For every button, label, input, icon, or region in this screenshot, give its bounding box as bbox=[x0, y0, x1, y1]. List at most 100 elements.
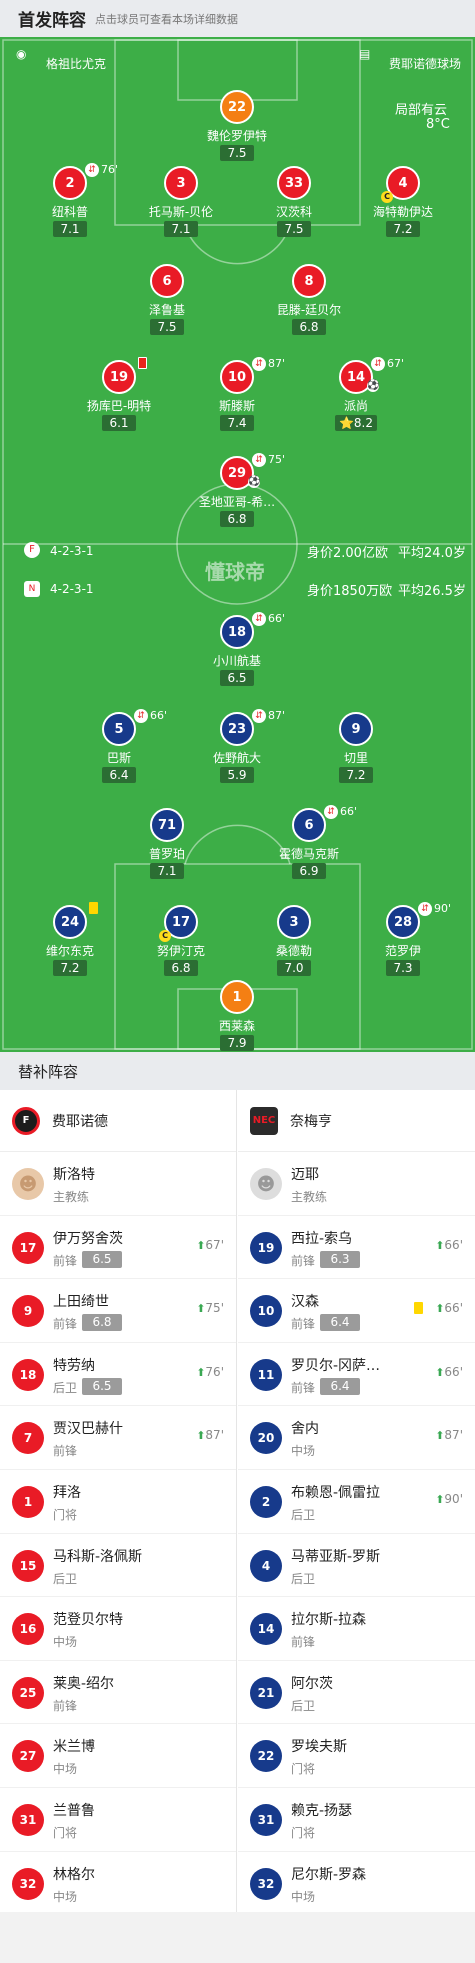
subs-section-title: 替补阵容 bbox=[0, 1052, 475, 1090]
sub-player-row[interactable]: 14 拉尔斯-拉森 前锋 bbox=[238, 1597, 475, 1661]
sub-player-row[interactable]: 27 米兰博中场 bbox=[0, 1724, 236, 1788]
team-name: 奈梅亨 bbox=[290, 1113, 332, 1130]
player-name: 普罗珀 bbox=[148, 847, 185, 861]
player-number: 9 bbox=[339, 712, 373, 746]
player-number: 10 bbox=[220, 360, 254, 394]
player-position: 后卫 bbox=[291, 1571, 316, 1586]
captain-icon: C bbox=[159, 930, 171, 942]
sub-player-row[interactable]: 7 贾汉巴赫什 前锋 ⬆87' bbox=[0, 1406, 236, 1470]
player-name: 米兰博 bbox=[53, 1739, 95, 1756]
player-name: 拉尔斯-拉森 bbox=[291, 1612, 367, 1629]
player-name: 斯滕斯 bbox=[218, 399, 255, 413]
home-player-10[interactable]: 10 ⇵ 87' 斯滕斯 7.4 bbox=[182, 357, 292, 440]
sub-player-row[interactable]: 32 林格尔 中场 bbox=[0, 1852, 236, 1916]
player-number: 7 bbox=[12, 1422, 44, 1455]
temperature-text: 8°C bbox=[426, 117, 450, 132]
player-name: 范登贝尔特 bbox=[53, 1612, 123, 1629]
sub-minute: 75' bbox=[268, 453, 286, 466]
sub-player-row[interactable]: 21 阿尔茨 后卫 bbox=[238, 1661, 475, 1725]
nec-logo-icon: NEC bbox=[250, 1106, 278, 1135]
player-rating: 7.2 bbox=[339, 767, 373, 783]
home-player-2[interactable]: 2 ⇵ 76' 纽科普 7.1 bbox=[15, 163, 125, 246]
away-player-71[interactable]: 71 普罗珀 7.1 bbox=[112, 808, 222, 888]
away-player-23[interactable]: 23 ⇵ 87' 佐野航大 5.9 bbox=[182, 709, 292, 792]
coach-role: 主教练 bbox=[291, 1190, 328, 1204]
sub-player-row[interactable]: 32 尼尔斯-罗森 中场 bbox=[238, 1852, 475, 1916]
player-rating: 7.1 bbox=[53, 221, 87, 237]
player-number: 14 bbox=[250, 1613, 282, 1646]
player-number: 5 bbox=[102, 712, 136, 746]
coach-name: 斯洛特 bbox=[53, 1167, 95, 1183]
player-position: 后卫 bbox=[291, 1507, 316, 1522]
sub-player-row[interactable]: 22 罗埃夫斯 门将 bbox=[238, 1724, 475, 1788]
sub-player-row[interactable]: 2 布赖恩-佩雷拉 后卫 ⬆90' bbox=[238, 1470, 475, 1534]
home-team-row[interactable]: F 费耶诺德 bbox=[0, 1090, 236, 1152]
player-name: 范罗伊 bbox=[384, 944, 421, 958]
away-avg-age: 平均26.5岁 bbox=[398, 584, 466, 599]
player-number: 6 bbox=[150, 264, 184, 298]
player-name: 罗埃夫斯 bbox=[291, 1739, 347, 1756]
home-player-19[interactable]: 19 扬库巴-明特 6.1 bbox=[64, 357, 174, 440]
sub-player-row[interactable]: 10 汉森 前锋 6.4 ⬆66' bbox=[238, 1279, 475, 1343]
home-player-3[interactable]: 3 托马斯-贝伦 7.1 bbox=[126, 166, 236, 246]
player-rating: 7.2 bbox=[386, 221, 420, 237]
away-player-28[interactable]: 28 ⇵ 90' 范罗伊 7.3 bbox=[348, 902, 458, 985]
away-player-17[interactable]: 17 C 努伊汀克 6.8 bbox=[126, 905, 236, 985]
player-number: 17 bbox=[12, 1231, 44, 1264]
sub-player-row[interactable]: 18 特劳纳 后卫 6.5 ⬆76' bbox=[0, 1343, 236, 1407]
home-player-4[interactable]: 4 C 海特勒伊达 7.2 bbox=[348, 166, 458, 246]
away-player-gk[interactable]: 1 西莱森 7.9 bbox=[182, 980, 292, 1052]
sub-player-row[interactable]: 31 兰普鲁 门将 bbox=[0, 1788, 236, 1852]
away-team-row[interactable]: NEC 奈梅亨 bbox=[238, 1090, 475, 1152]
player-number: 9 bbox=[12, 1295, 44, 1328]
sub-player-row[interactable]: 19 西拉-索乌 前锋 6.3 ⬆66' bbox=[238, 1216, 475, 1280]
sub-player-row[interactable]: 9 上田绮世 前锋 6.8 ⬆75' bbox=[0, 1279, 236, 1343]
player-position: 中场 bbox=[53, 1762, 78, 1777]
sub-player-row[interactable]: 17 伊万努舍茨 前锋 6.5 ⬆67' bbox=[0, 1216, 236, 1280]
home-player-gk[interactable]: 22 魏伦罗伊特 7.5 bbox=[182, 90, 292, 170]
sub-player-row[interactable]: 1 拜洛 门将 bbox=[0, 1470, 236, 1534]
weather-text: 局部有云 bbox=[395, 103, 448, 118]
sub-player-row[interactable]: 4 马蒂亚斯-罗斯 后卫 bbox=[238, 1534, 475, 1598]
sub-in-indicator: ⬆75' bbox=[196, 1301, 224, 1315]
sub-player-row[interactable]: 16 范登贝尔特 中场 bbox=[0, 1597, 236, 1661]
player-position: 前锋 bbox=[291, 1380, 316, 1395]
player-rating: 7.5 bbox=[220, 145, 254, 161]
player-rating: 6.5 bbox=[82, 1250, 122, 1268]
away-player-24[interactable]: 24 维尔东克 7.2 bbox=[15, 902, 125, 985]
player-name: 尼尔斯-罗森 bbox=[291, 1866, 367, 1883]
star-icon: ⭐ bbox=[338, 416, 354, 430]
watermark-logo: 懂球帝 bbox=[205, 560, 265, 584]
sub-player-row[interactable]: 20 舍内 中场 ⬆87' bbox=[238, 1406, 475, 1470]
page-title: 首发阵容 bbox=[18, 11, 86, 31]
home-player-29[interactable]: 29 ⇵ 75' ⚽ 圣地亚哥-希… 6.8 bbox=[182, 453, 292, 536]
away-player-3[interactable]: 3 桑德勒 7.0 bbox=[239, 905, 349, 985]
red-card-icon bbox=[138, 357, 147, 369]
home-player-6[interactable]: 6 泽鲁基 7.5 bbox=[112, 264, 222, 344]
player-name: 桑德勒 bbox=[275, 944, 312, 958]
away-player-6[interactable]: 6 ⇵ 66' 霍德马克斯 6.9 bbox=[254, 805, 364, 888]
team-name: 费耶诺德 bbox=[52, 1113, 108, 1130]
sub-player-row[interactable]: 31 赖克-扬瑟 门将 bbox=[238, 1788, 475, 1852]
player-name: 圣地亚哥-希… bbox=[198, 495, 276, 509]
player-rating: 7.0 bbox=[277, 960, 311, 976]
home-player-33[interactable]: 33 汉茨科 7.5 bbox=[239, 166, 349, 246]
player-number: 27 bbox=[12, 1740, 44, 1773]
sub-minute: 76' bbox=[101, 163, 119, 176]
player-position: 门将 bbox=[53, 1507, 78, 1522]
away-player-18[interactable]: 18 ⇵ 66' 小川航基 6.5 bbox=[182, 612, 292, 695]
coach-row[interactable]: ☻ 斯洛特 主教练 bbox=[0, 1152, 236, 1216]
sub-player-row[interactable]: 15 马科斯-洛佩斯 后卫 bbox=[0, 1534, 236, 1598]
player-name: 西拉-索乌 bbox=[291, 1230, 353, 1247]
away-player-5[interactable]: 5 ⇵ 66' 巴斯 6.4 bbox=[64, 709, 174, 792]
coach-row[interactable]: ☻ 迈耶 主教练 bbox=[238, 1152, 475, 1216]
sub-player-row[interactable]: 11 罗贝尔-冈萨… 前锋 6.4 ⬆66' bbox=[238, 1343, 475, 1407]
player-name: 汉茨科 bbox=[275, 205, 312, 219]
home-player-8[interactable]: 8 昆滕-廷贝尔 6.8 bbox=[254, 264, 364, 344]
sub-minute: 90' bbox=[434, 902, 452, 915]
away-player-9[interactable]: 9 切里 7.2 bbox=[301, 712, 411, 792]
home-player-14[interactable]: 14 ⇵ 67' ⚽ 派尚 ⭐8.2 bbox=[301, 357, 411, 440]
home-value: 身价2.00亿欧 bbox=[307, 546, 388, 561]
player-name: 舍内 bbox=[291, 1421, 319, 1438]
sub-player-row[interactable]: 25 莱奥-绍尔 前锋 bbox=[0, 1661, 236, 1725]
